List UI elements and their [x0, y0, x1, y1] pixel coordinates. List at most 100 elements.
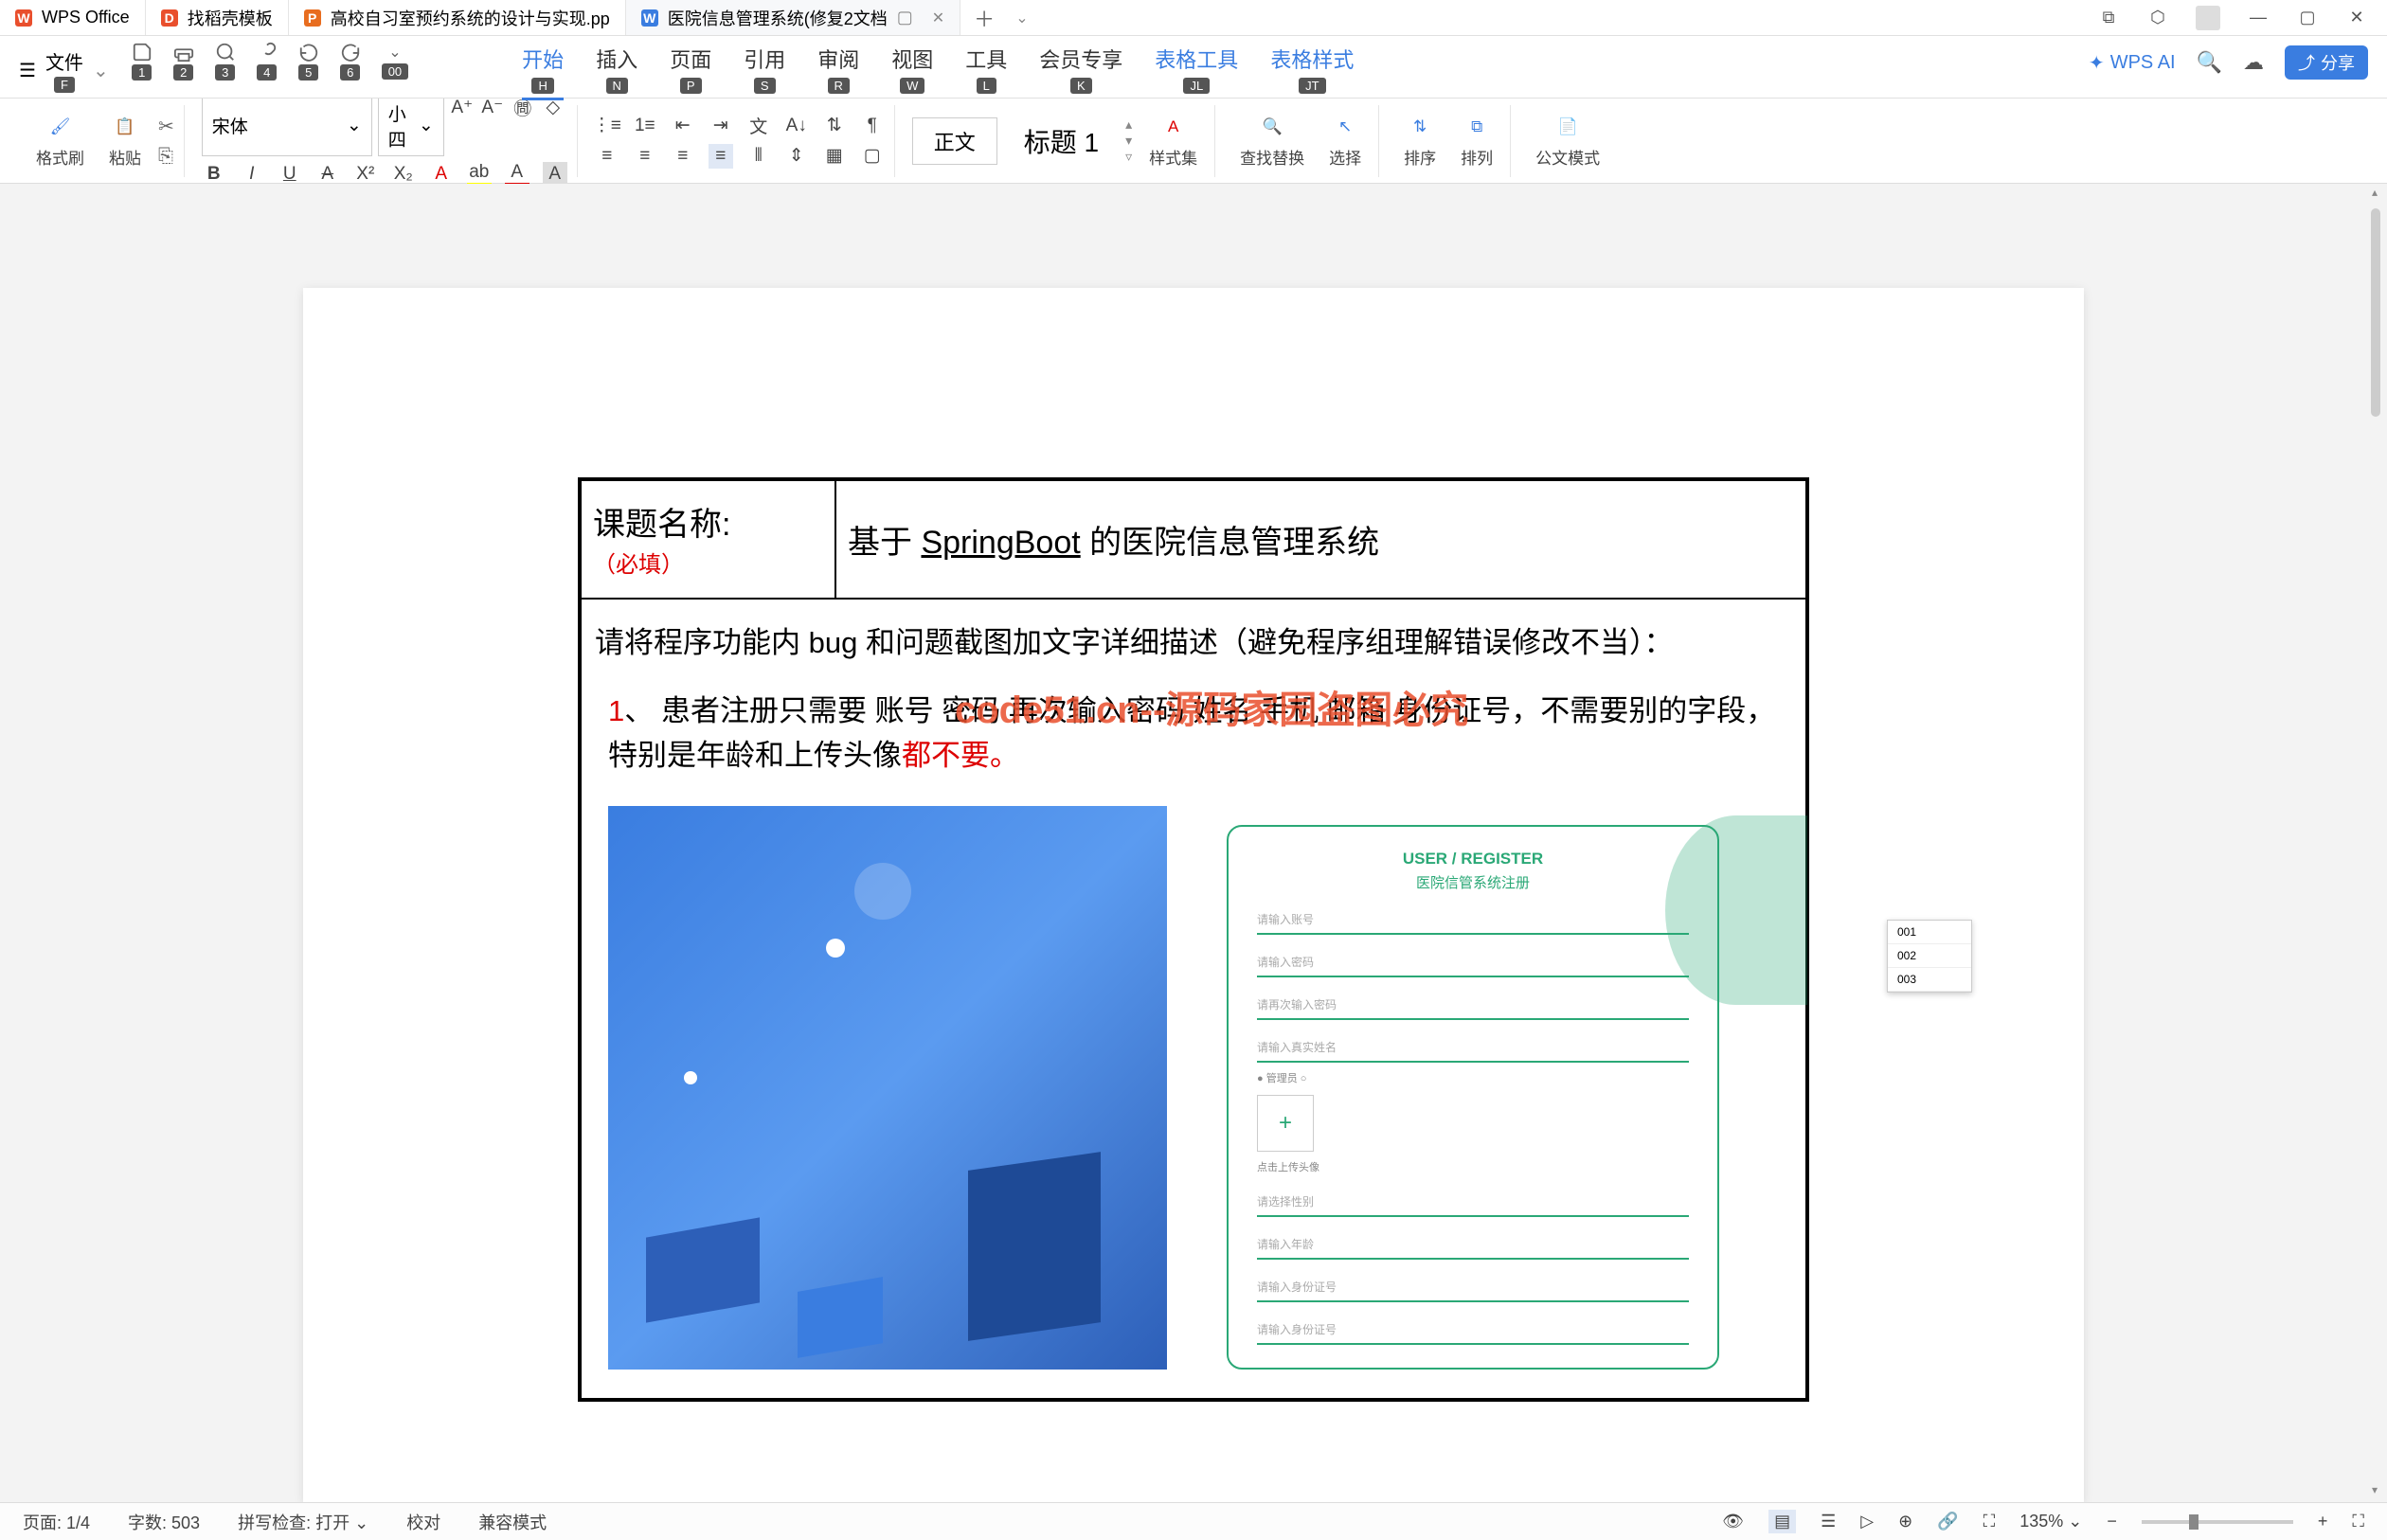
copy-icon[interactable]: ⎘	[158, 146, 174, 168]
menu-table-tools[interactable]: 表格工具JL	[1155, 44, 1238, 100]
align-center-icon[interactable]: ≡	[633, 144, 657, 169]
qat-preview[interactable]: 3	[215, 42, 236, 81]
zoom-out-icon[interactable]: −	[2107, 1512, 2117, 1531]
char-shading-icon[interactable]: A	[543, 162, 567, 187]
multiwin-icon[interactable]: ⧉	[2097, 7, 2120, 29]
font-name-select[interactable]: 宋体⌄	[202, 96, 372, 156]
eye-icon[interactable]: 👁	[1722, 1512, 1744, 1531]
font-size-select[interactable]: 小四⌄	[378, 96, 444, 156]
view-link-icon[interactable]: 🔗	[1937, 1512, 1958, 1531]
highlight-icon[interactable]: ab	[467, 162, 492, 187]
italic-icon[interactable]: I	[240, 162, 264, 187]
minimize-icon[interactable]: —	[2247, 7, 2270, 29]
tab-window-icon[interactable]: ▢	[897, 8, 913, 27]
qat-print[interactable]: 2	[173, 42, 194, 81]
style-set-button[interactable]: A样式集	[1141, 109, 1205, 172]
text-dir-icon[interactable]: 文	[746, 114, 771, 138]
bold-icon[interactable]: B	[202, 162, 226, 187]
menu-page[interactable]: 页面P	[670, 44, 711, 100]
style-body[interactable]: 正文	[912, 117, 997, 165]
share-button[interactable]: ⤴分享	[2285, 45, 2368, 80]
scroll-up-icon[interactable]: ▴	[2366, 186, 2383, 203]
qat-undo[interactable]: 5	[298, 42, 319, 81]
new-tab-button[interactable]: ＋	[960, 0, 1008, 35]
close-icon[interactable]: ✕	[2345, 7, 2368, 29]
font-color-icon[interactable]: A	[505, 162, 529, 187]
title-label-cell[interactable]: 课题名称: （必填）	[580, 479, 835, 599]
select-button[interactable]: ↖选择	[1321, 109, 1369, 172]
text-effect-icon[interactable]: A	[429, 162, 454, 187]
borders-icon[interactable]: ▢	[860, 144, 885, 169]
line-spacing-icon[interactable]: ⇕	[784, 144, 809, 169]
sort-button[interactable]: ⇅排序	[1396, 109, 1444, 172]
format-painter-button[interactable]: 🖌格式刷	[28, 109, 92, 172]
superscript-icon[interactable]: X²	[353, 162, 378, 187]
title-value-cell[interactable]: 基于 SpringBoot 的医院信息管理系统	[835, 479, 1807, 599]
view-web-icon[interactable]: ⊕	[1898, 1512, 1912, 1531]
instruction-cell[interactable]: 请将程序功能内 bug 和问题截图加文字详细描述（避免程序组理解错误修改不当）：…	[580, 599, 1807, 1400]
menu-view[interactable]: 视图W	[891, 44, 933, 100]
sort-icon[interactable]: A↓	[784, 114, 809, 138]
proof-status[interactable]: 校对	[406, 1510, 440, 1534]
menu-insert[interactable]: 插入N	[596, 44, 637, 100]
tab-ppt[interactable]: P 高校自习室预约系统的设计与实现.pp	[289, 0, 626, 35]
paste-button[interactable]: 📋粘贴	[101, 109, 149, 172]
search-icon[interactable]: 🔍	[2197, 50, 2222, 75]
menu-table-style[interactable]: 表格样式JT	[1270, 44, 1354, 100]
gov-mode-button[interactable]: 📄公文模式	[1528, 109, 1607, 172]
find-replace-button[interactable]: 🔍查找替换	[1232, 109, 1312, 172]
app-tab[interactable]: W WPS Office	[0, 0, 146, 35]
page-indicator[interactable]: 页面: 1/4	[23, 1510, 90, 1534]
underline-icon[interactable]: U	[278, 162, 302, 187]
cube-icon[interactable]: ⬡	[2146, 7, 2169, 29]
maximize-icon[interactable]: ▢	[2296, 7, 2319, 29]
zoom-slider[interactable]	[2142, 1520, 2293, 1524]
menu-tools[interactable]: 工具L	[965, 44, 1007, 100]
justify-icon[interactable]: ≡	[709, 144, 733, 169]
bullets-icon[interactable]: ⋮≡	[595, 114, 619, 138]
tab-close-icon[interactable]: ✕	[932, 9, 944, 27]
numbering-icon[interactable]: 1≡	[633, 114, 657, 138]
style-scroll[interactable]: ▴▾▿	[1125, 116, 1132, 165]
qat-save[interactable]: 1	[132, 42, 153, 81]
wps-ai-button[interactable]: ✦WPS AI	[2089, 51, 2176, 75]
scroll-thumb[interactable]	[2371, 208, 2380, 417]
arrange-button[interactable]: ⧉排列	[1453, 109, 1500, 172]
cloud-icon[interactable]: ☁	[2243, 50, 2264, 75]
cut-icon[interactable]: ✂	[158, 115, 174, 138]
tab-menu-dropdown[interactable]: ⌄	[1008, 0, 1035, 35]
shading-icon[interactable]: ▦	[822, 144, 847, 169]
show-marks-icon[interactable]: ¶	[860, 114, 885, 138]
qat-redo[interactable]: 6	[340, 42, 361, 81]
qat-link[interactable]: 4	[257, 42, 278, 81]
compat-mode[interactable]: 兼容模式	[478, 1510, 547, 1534]
distribute-icon[interactable]: ⫴	[746, 144, 771, 169]
align-right-icon[interactable]: ≡	[671, 144, 695, 169]
menu-member[interactable]: 会员专享K	[1039, 44, 1122, 100]
view-page-icon[interactable]: ▤	[1768, 1510, 1796, 1533]
document-page[interactable]: 课题名称: （必填） 基于 SpringBoot 的医院信息管理系统 请将程序功…	[303, 288, 2084, 1502]
vert-icon[interactable]: ⇅	[822, 114, 847, 138]
zoom-value[interactable]: 135% ⌄	[2019, 1512, 2082, 1531]
file-menu[interactable]: ☰ 文件 F ⌄	[19, 36, 109, 93]
inc-indent-icon[interactable]: ⇥	[709, 114, 733, 138]
subscript-icon[interactable]: X₂	[391, 162, 416, 187]
tab-doc-active[interactable]: W 医院信息管理系统(修复2文档 ▢ ✕	[626, 0, 960, 35]
menu-review[interactable]: 审阅R	[817, 44, 859, 100]
zoom-in-icon[interactable]: +	[2318, 1512, 2328, 1531]
fit-icon[interactable]: ⛶	[1983, 1512, 1996, 1531]
align-left-icon[interactable]: ≡	[595, 144, 619, 169]
vertical-scrollbar[interactable]: ▴ ▾	[2366, 186, 2383, 1500]
style-heading1[interactable]: 标题 1	[1007, 116, 1116, 166]
word-count[interactable]: 字数: 503	[128, 1510, 200, 1534]
spellcheck-status[interactable]: 拼写检查: 打开 ⌄	[238, 1510, 368, 1534]
view-read-icon[interactable]: ▷	[1860, 1512, 1874, 1531]
qat-more[interactable]: ⌄00	[382, 43, 408, 80]
menu-home[interactable]: 开始H	[522, 44, 564, 100]
fullscreen-icon[interactable]: ⛶	[2352, 1512, 2364, 1531]
tab-templates[interactable]: D 找稻壳模板	[146, 0, 289, 35]
scroll-down-icon[interactable]: ▾	[2366, 1483, 2383, 1500]
user-avatar[interactable]	[2196, 6, 2220, 30]
view-outline-icon[interactable]: ☰	[1821, 1512, 1836, 1531]
menu-reference[interactable]: 引用S	[744, 44, 785, 100]
